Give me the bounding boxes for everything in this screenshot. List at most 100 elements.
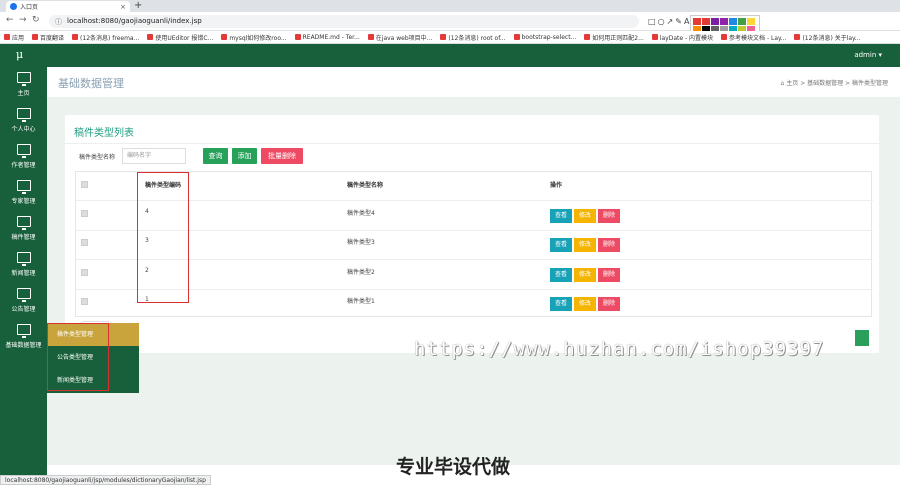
bookmark-label: (12条消息) root of... [448,34,506,42]
bookmark-item[interactable]: 百度翻译 [32,33,64,42]
query-button[interactable]: 查询 [203,148,228,164]
view-button[interactable]: 查看 [550,267,572,282]
row-checkbox[interactable] [81,268,88,276]
status-bar: localhost:8080/gaojiaoguanli/jsp/modules… [0,475,211,485]
bookmark-item[interactable]: mysql如何修改roo... [221,33,287,42]
arrow-icon[interactable]: ↗ [667,17,674,26]
monitor-icon [16,252,31,266]
forward-icon[interactable]: → [19,15,27,25]
bookmark-label: (12条消息) freema... [80,34,140,42]
card-title: 稿件类型列表 [74,128,134,139]
back-icon[interactable]: ← [6,15,14,25]
edit-button[interactable]: 修改 [574,297,596,312]
browser-tab-bar: 入口页 × + [0,0,900,12]
delete-button[interactable]: 删除 [598,297,620,312]
app-header: μ admin ▾ [0,44,900,67]
url-input[interactable]: ⓘ localhost:8080/gaojiaoguanli/index.jsp [49,15,639,28]
sidebar-item[interactable]: 基础数据管理 [0,319,47,355]
monitor-icon [16,216,31,230]
edit-button[interactable]: 修改 [574,208,596,223]
bookmark-item[interactable]: (12条消息) 关于lay... [794,33,860,42]
row-checkbox[interactable] [81,239,88,247]
circle-icon[interactable]: ○ [658,17,665,26]
column-header-name: 稿件类型名称 [347,182,384,189]
color-swatch[interactable] [711,18,719,25]
bookmark-item[interactable]: bootstrap-select... [513,33,577,41]
bookmark-icon [367,34,374,40]
sidebar-item-label: 作者管理 [11,162,36,169]
monitor-icon [16,324,31,338]
column-header-actions: 操作 [550,182,563,189]
edit-button[interactable]: 修改 [574,267,596,282]
delete-button[interactable]: 删除 [598,208,620,223]
view-button[interactable]: 查看 [550,238,572,253]
cell-name: 稿件类型4 [347,209,375,217]
highlight-box-submenu [47,323,109,391]
dashboard-icon [16,72,31,86]
bookmark-label: bootstrap-select... [521,33,577,41]
page-go-button[interactable] [855,330,869,346]
sidebar-item-label: 专家管理 [11,198,36,205]
divider [65,143,879,144]
color-swatch[interactable] [729,18,737,25]
select-all-checkbox[interactable] [81,181,88,188]
view-button[interactable]: 查看 [550,208,572,223]
color-swatch[interactable] [693,18,701,25]
sidebar-item[interactable]: 公告管理 [0,283,47,319]
close-icon[interactable]: × [120,3,126,11]
color-swatch[interactable] [720,18,728,25]
page-title: 基础数据管理 [58,77,124,90]
search-input[interactable]: 编码名字 [122,148,186,164]
breadcrumb-section[interactable]: 基础数据管理 [807,80,843,87]
sidebar-item[interactable]: 专家管理 [0,175,47,211]
new-tab-button[interactable]: + [134,0,142,12]
tab-title: 入口页 [20,4,39,11]
row-divider [76,259,873,260]
highlight-box-code-column [137,172,189,303]
bookmark-item[interactable]: 在java web项目中... [367,33,432,42]
bookmark-icon [294,34,301,40]
pen-icon[interactable]: ✎ [675,17,682,26]
sidebar-item[interactable]: 个人中心 [0,103,47,139]
bookmark-item[interactable]: 参考模块文档 - Lay... [721,33,786,42]
bookmark-label: (12条消息) 关于lay... [802,34,861,42]
square-icon[interactable]: □ [648,17,656,26]
sidebar-item[interactable]: 稿件管理 [0,211,47,247]
bookmark-label: 参考模块文档 - Lay... [729,34,787,42]
row-checkbox[interactable] [81,209,88,217]
color-swatch[interactable] [702,18,710,25]
browser-tab[interactable]: 入口页 × [6,1,130,12]
delete-button[interactable]: 删除 [598,238,620,253]
color-swatch[interactable] [738,18,746,25]
bookmark-label: 百度翻译 [40,34,65,42]
sidebar-item[interactable]: 主页 [0,67,47,103]
sidebar-item[interactable]: 作者管理 [0,139,47,175]
edit-button[interactable]: 修改 [574,238,596,253]
bookmark-icon [584,34,591,40]
bookmark-item[interactable]: 如何用正则匹配2... [584,33,644,42]
address-bar: ← → ↻ ⓘ localhost:8080/gaojiaoguanli/ind… [0,12,900,31]
bookmark-item[interactable]: (12条消息) root of... [440,33,506,42]
cell-name: 稿件类型3 [347,239,375,247]
bookmark-label: mysql如何修改roo... [229,34,287,42]
bookmarks-bar: 应用 百度翻译 (12条消息) freema... 使用UEditor 报错C... m… [0,31,900,44]
user-menu[interactable]: admin ▾ [854,51,882,59]
view-button[interactable]: 查看 [550,297,572,312]
reload-icon[interactable]: ↻ [32,15,40,25]
add-button[interactable]: 添加 [232,148,257,164]
color-swatch[interactable] [747,18,755,25]
promo-caption: 专业毕设代做 [396,456,511,478]
bookmark-item[interactable]: 使用UEditor 报错C... [147,33,213,42]
sidebar-item-label: 公告管理 [11,306,36,313]
text-icon[interactable]: A [684,17,689,26]
bookmark-item[interactable]: (12条消息) freema... [72,33,139,42]
breadcrumb-home[interactable]: 主页 [786,80,798,87]
bookmark-item[interactable]: layDate - 内置模块 [651,33,713,42]
row-divider [76,200,873,201]
bookmark-item[interactable]: README.md - Ter... [294,34,360,41]
bookmark-item[interactable]: 应用 [4,33,24,42]
sidebar-item[interactable]: 新闻管理 [0,247,47,283]
row-checkbox[interactable] [81,298,88,306]
batch-delete-button[interactable]: 批量删除 [261,148,303,164]
delete-button[interactable]: 删除 [598,267,620,282]
